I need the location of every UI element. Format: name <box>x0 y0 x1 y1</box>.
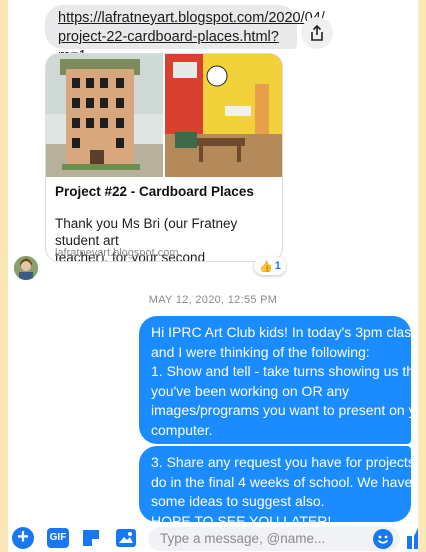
link-url-line1[interactable]: https://lafratneyart.blogspot.com/2020/0… <box>58 9 325 28</box>
share-icon <box>311 25 323 41</box>
reaction-badge[interactable]: 👍 1 <box>254 257 286 275</box>
message-line: you've been working on OR any <box>151 382 350 399</box>
message-line: images/programs you want to present on y… <box>151 402 418 418</box>
outgoing-message-1[interactable]: Hi IPRC Art Club kids! In today's 3pm cl… <box>139 316 418 457</box>
sticker-icon[interactable] <box>80 527 102 549</box>
preview-title[interactable]: Project #22 - Cardboard Places <box>55 184 277 199</box>
message-line: computer. <box>151 421 213 438</box>
chat-window: https://lafratneyart.blogspot.com/2020/0… <box>8 0 418 552</box>
photo-icon[interactable] <box>115 528 137 548</box>
preview-image-building <box>46 54 163 177</box>
message-input[interactable]: Type a message, @name... <box>148 527 400 551</box>
gif-button[interactable]: GIF <box>47 528 69 548</box>
preview-domain: lafratneyart.blogspot.com <box>55 247 179 259</box>
share-button[interactable] <box>301 17 333 49</box>
add-button[interactable]: + <box>12 527 34 549</box>
thumbs-up-reaction-icon: 👍 <box>259 260 273 273</box>
message-line: 1. Show and tell - take turns showing us… <box>151 363 418 379</box>
emoji-icon[interactable] <box>373 529 393 549</box>
message-line: 3. Share any request you have for projec… <box>151 454 418 470</box>
preview-desc-line1: Thank you Ms Bri (our Fratney student ar… <box>55 216 238 248</box>
link-preview-card[interactable]: Project #22 - Cardboard Places Thank you… <box>45 53 283 262</box>
message-line: do in the final 4 weeks of school. We ha… <box>151 473 413 490</box>
preview-image-room <box>165 54 282 177</box>
link-message-bubble[interactable]: https://lafratneyart.blogspot.com/2020/0… <box>45 5 325 64</box>
message-line: Hi IPRC Art Club kids! In today's 3pm cl… <box>151 324 418 340</box>
message-timestamp: MAY 12, 2020, 12:55 PM <box>148 294 278 306</box>
reaction-count: 1 <box>274 260 281 272</box>
outgoing-message-2[interactable]: 3. Share any request you have for projec… <box>139 446 418 529</box>
thumbs-up-icon[interactable] <box>406 526 418 550</box>
sender-avatar[interactable] <box>14 256 38 280</box>
message-line: some ideas to suggest also. <box>151 493 325 509</box>
message-line: and I were thinking of the following: <box>151 343 370 360</box>
composer-bar: + GIF Type a message, @name... <box>8 524 418 552</box>
